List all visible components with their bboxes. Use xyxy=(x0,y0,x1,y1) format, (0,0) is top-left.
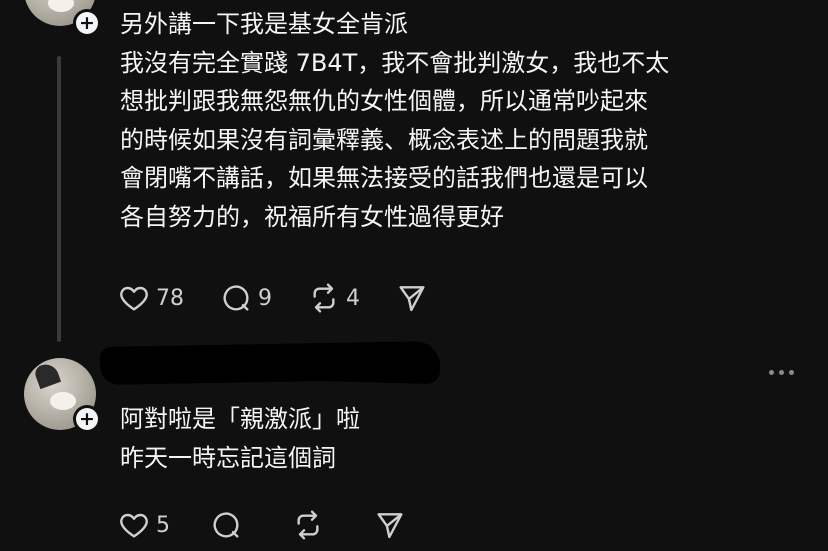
comment-icon xyxy=(213,512,239,538)
comment-icon xyxy=(223,285,249,311)
share-button[interactable] xyxy=(374,509,406,541)
repost-icon xyxy=(313,283,335,313)
repost-count: 4 xyxy=(346,285,360,311)
repost-button[interactable]: 4 xyxy=(308,282,360,314)
share-button[interactable] xyxy=(396,282,428,314)
more-icon xyxy=(779,370,784,375)
reply-button[interactable] xyxy=(210,509,248,541)
thread-line xyxy=(57,56,61,342)
plus-icon: + xyxy=(76,12,98,34)
post-text: 阿對啦是「親激派」啦 昨天一時忘記這個詞 xyxy=(120,405,360,472)
reply-count: 9 xyxy=(258,285,272,311)
follow-button[interactable]: + xyxy=(73,405,101,433)
send-icon xyxy=(399,286,425,312)
reply-button[interactable]: 9 xyxy=(220,282,272,314)
plus-icon: + xyxy=(76,408,98,430)
more-options-button[interactable] xyxy=(765,366,798,379)
avatar-detail xyxy=(50,392,76,410)
heart-icon xyxy=(120,513,148,538)
heart-icon xyxy=(120,286,148,311)
like-button[interactable]: 5 xyxy=(118,509,170,541)
post-text: 另外講一下我是基女全肯派 我沒有完全實踐 7B4T，我不會批判激女，我也不太 想… xyxy=(120,10,670,231)
like-count: 5 xyxy=(156,512,170,538)
post-actions: 5 xyxy=(118,505,442,545)
avatar-detail xyxy=(32,360,62,390)
repost-button[interactable] xyxy=(292,509,330,541)
send-icon xyxy=(377,513,403,539)
like-count: 78 xyxy=(156,285,184,311)
avatar-detail xyxy=(48,0,74,12)
more-icon xyxy=(789,370,794,375)
like-button[interactable]: 78 xyxy=(118,282,184,314)
follow-button[interactable]: + xyxy=(73,9,101,37)
more-icon xyxy=(769,370,774,375)
repost-icon xyxy=(297,510,319,540)
post-actions: 78 9 4 xyxy=(118,278,464,318)
